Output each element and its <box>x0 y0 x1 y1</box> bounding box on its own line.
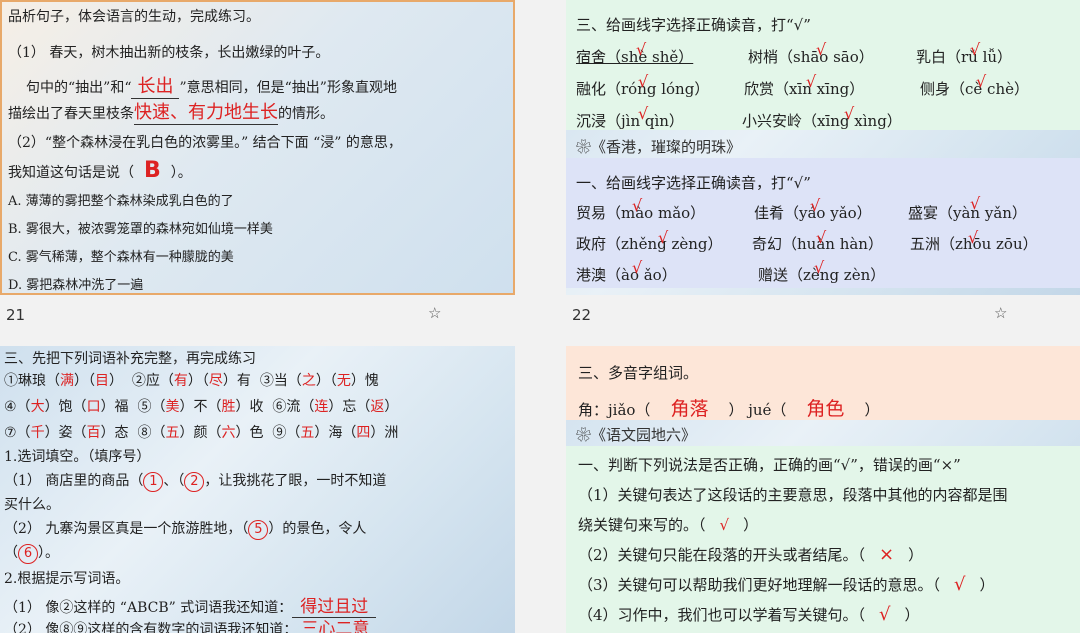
item-sushe: 宿舍（shè shě） <box>576 48 694 66</box>
judge-q2: （2）关键句只能在段落的开头或者结尾。（ ×） <box>578 544 924 565</box>
item-zhengfu: 政府（zhěng zèng） <box>576 235 723 253</box>
lesson-title-hongkong: ❀《香港，璀璨的明珠》 <box>576 138 742 156</box>
section-heading-judge: 一、判断下列说法是否正确，正确的画“√”，错误的画“×” <box>578 456 961 474</box>
item-ceshen: 侧身（cè chè） <box>920 80 1029 98</box>
tick-mark: √ <box>976 72 987 91</box>
tick-mark: √ <box>638 72 649 91</box>
exercise-1-q2-cont: （6）。 <box>4 542 59 564</box>
section-heading-polyphone: 三、多音字组词。 <box>578 364 699 382</box>
judge-q1: （1）关键句表达了这段话的主要意思，段落中其他的内容都是围 <box>578 486 1008 504</box>
answer-changchu: 长出 <box>131 72 180 99</box>
option-c: C. 雾气稀薄，整个森林有一种朦胧的美 <box>8 250 234 265</box>
tick-mark: √ <box>638 104 649 123</box>
tick-mark: √ <box>968 228 979 247</box>
item-gangao: 港澳（ào ǎo） <box>576 266 677 284</box>
question-2-answer: 我知道这句话是说（ B）。 <box>8 158 192 183</box>
slide-21[interactable]: 品析句子，体会语言的生动，完成练习。 （1） 春天，树木抽出新的枝条，长出嫩绿的… <box>0 0 515 295</box>
lesson-title-yuwen: ❀《语文园地六》 <box>576 426 697 444</box>
option-a: A. 薄薄的雾把整个森林染成乳白色的了 <box>8 194 234 209</box>
section-heading-1: 三、给画线字选择正确读音，打“√” <box>576 16 811 34</box>
slide-24[interactable]: 三、多音字组词。 角：jiǎo（ 角落） jué（ 角色） ❀《语文园地六》 一、判… <box>566 346 1080 633</box>
tick-mark: √ <box>970 194 981 213</box>
sentence-1: （1） 春天，树木抽出新的枝条，长出嫩绿的叶子。 <box>8 45 330 61</box>
item-xinshang: 欣赏（xīn xīng） <box>744 80 865 98</box>
slide-23[interactable]: 三、先把下列词语补充完整，再完成练习 ①琳琅（满）（目） ②应（有）（尽）有 ③… <box>0 346 515 633</box>
tick-mark: √ <box>632 196 643 215</box>
star-icon[interactable]: ☆ <box>428 304 441 322</box>
star-icon[interactable]: ☆ <box>994 304 1007 322</box>
word-row-3: ⑦（千）姿（百）态 ⑧（五）颜（六）色 ⑨（五）海（四）洲 <box>4 425 399 441</box>
question-2: （2）“整个森林浸在乳白色的浓雾里。” 结合下面 “浸” 的意思， <box>8 135 402 151</box>
judge-q4: （4）习作中，我们也可以学着写关键句。（ √） <box>578 604 920 625</box>
option-b: B. 雾很大，被浓雾笼罩的森林宛如仙境一样美 <box>8 222 273 237</box>
slide-22[interactable]: 三、给画线字选择正确读音，打“√” 宿舍（shè shě） 树梢（shāo sā… <box>566 0 1080 295</box>
instruction-title: 品析句子，体会语言的生动，完成练习。 <box>8 9 260 25</box>
tick-mark: √ <box>816 228 827 247</box>
fill-line-1: 句中的“抽出”和“ 长出 ”意思相同，但是“抽出”形象直观地 <box>26 72 397 99</box>
exercise-1-q2: （2） 九寨沟景区真是一个旅游胜地，（ 5 ）的景色，令人 <box>4 518 366 540</box>
tick-mark: √ <box>806 72 817 91</box>
answer-b: B <box>144 158 161 183</box>
slide-number-22: 22 <box>572 306 592 324</box>
section-heading-2: 一、给画线字选择正确读音，打“√” <box>576 174 811 192</box>
tick-mark: √ <box>658 228 669 247</box>
tick-mark: √ <box>814 258 825 277</box>
exercise-1-q1-cont: 买什么。 <box>4 497 60 513</box>
exercise-2-q2: （2） 像⑧⑨这样的含有数字的词语我还知道： 三心二意 <box>4 619 370 633</box>
exercise-1-q1: （1） 商店里的商品（ 1 、（ 2 ，让我挑花了眼，一时不知道 <box>4 470 386 492</box>
item-shengyan: 盛宴（yàn yǎn） <box>908 204 1027 222</box>
word-row-2: ④（大）饱（口）福 ⑤（美）不（胜）收 ⑥流（连）忘（返） <box>4 399 399 415</box>
section-heading: 三、先把下列词语补充完整，再完成练习 <box>4 351 256 367</box>
tick-mark: √ <box>844 104 855 123</box>
item-chenjin: 沉浸（jìn qìn） <box>576 112 684 130</box>
judge-q1-cont: 绕关键句来写的。（ √） <box>578 516 759 534</box>
judge-q3: （3）关键句可以帮助我们更好地理解一段话的意思。（ √） <box>578 574 995 595</box>
item-xinganling: 小兴安岭（xīng xìng） <box>742 112 902 130</box>
word-row-1: ①琳琅（满）（目） ②应（有）（尽）有 ③当（之）（无）愧 <box>4 373 379 389</box>
fill-line-2: 描绘出了春天里枝条快速、有力地生长的情形。 <box>8 98 334 125</box>
tick-mark: √ <box>632 258 643 277</box>
tick-mark: √ <box>970 40 981 59</box>
tick-mark: √ <box>810 196 821 215</box>
slide-number-21: 21 <box>6 306 26 324</box>
exercise-1-title: 1.选词填空。（填序号） <box>4 449 151 465</box>
item-rubai: 乳白（rǔ lǚ） <box>916 48 1013 66</box>
tick-mark: √ <box>816 40 827 59</box>
tick-mark: √ <box>636 40 647 59</box>
answer-growth: 快速、有力地生长 <box>134 98 278 125</box>
item-shushao: 树梢（shāo sāo） <box>748 48 874 66</box>
polyphone-line: 角：jiǎo（ 角落） jué（ 角色） <box>578 398 880 420</box>
exercise-2-title: 2.根据提示写词语。 <box>4 571 130 587</box>
option-d: D. 雾把森林冲洗了一遍 <box>8 278 144 293</box>
